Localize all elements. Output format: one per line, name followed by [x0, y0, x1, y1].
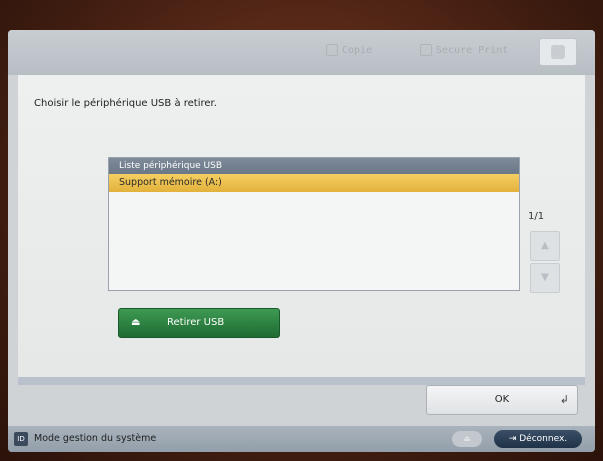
ok-label: OK: [494, 394, 510, 405]
print-icon: [420, 44, 432, 56]
list-item[interactable]: Support mémoire (A:): [109, 174, 519, 192]
status-bar: ID Mode gestion du système ⏏ ⇥ Déconnex.: [8, 426, 595, 452]
retirer-usb-label: Retirer USB: [167, 317, 225, 328]
logout-icon: ⇥: [508, 434, 520, 444]
retirer-usb-button[interactable]: ⏏ Retirer USB: [118, 308, 280, 338]
logout-label: Déconnex.: [519, 434, 568, 444]
scroll-up-button[interactable]: ▲: [530, 231, 560, 261]
enter-icon: ↲: [559, 393, 569, 406]
id-icon: ID: [14, 432, 28, 446]
scroll-down-button[interactable]: ▼: [530, 263, 560, 293]
arrow-up-icon: ▲: [541, 240, 549, 251]
usb-device-list: Liste périphérique USB Support mémoire (…: [108, 157, 520, 291]
top-bar: Copie Secure Print: [8, 30, 595, 75]
logout-button[interactable]: ⇥ Déconnex.: [494, 430, 582, 448]
tab-copie-label: Copie: [342, 45, 373, 56]
tab-secure-print-label: Secure Print: [436, 45, 509, 56]
touch-screen: Copie Secure Print Choisir le périphériq…: [8, 30, 595, 452]
home-icon: [551, 45, 565, 59]
home-button[interactable]: [539, 38, 577, 66]
tab-copie[interactable]: Copie: [326, 44, 372, 56]
mode-text: Mode gestion du système: [34, 433, 157, 444]
copy-icon: [326, 44, 338, 56]
eject-icon: ⏏: [131, 317, 141, 328]
page-indicator: 1/1: [528, 211, 545, 222]
tab-secure-print[interactable]: Secure Print: [420, 44, 508, 56]
arrow-down-icon: ▼: [541, 272, 549, 283]
list-header: Liste périphérique USB: [109, 158, 519, 174]
ok-button[interactable]: OK ↲: [426, 385, 578, 415]
main-panel: Choisir le périphérique USB à retirer. L…: [18, 75, 585, 385]
instruction-text: Choisir le périphérique USB à retirer.: [34, 98, 217, 109]
status-indicator-icon: ⏏: [452, 431, 482, 447]
